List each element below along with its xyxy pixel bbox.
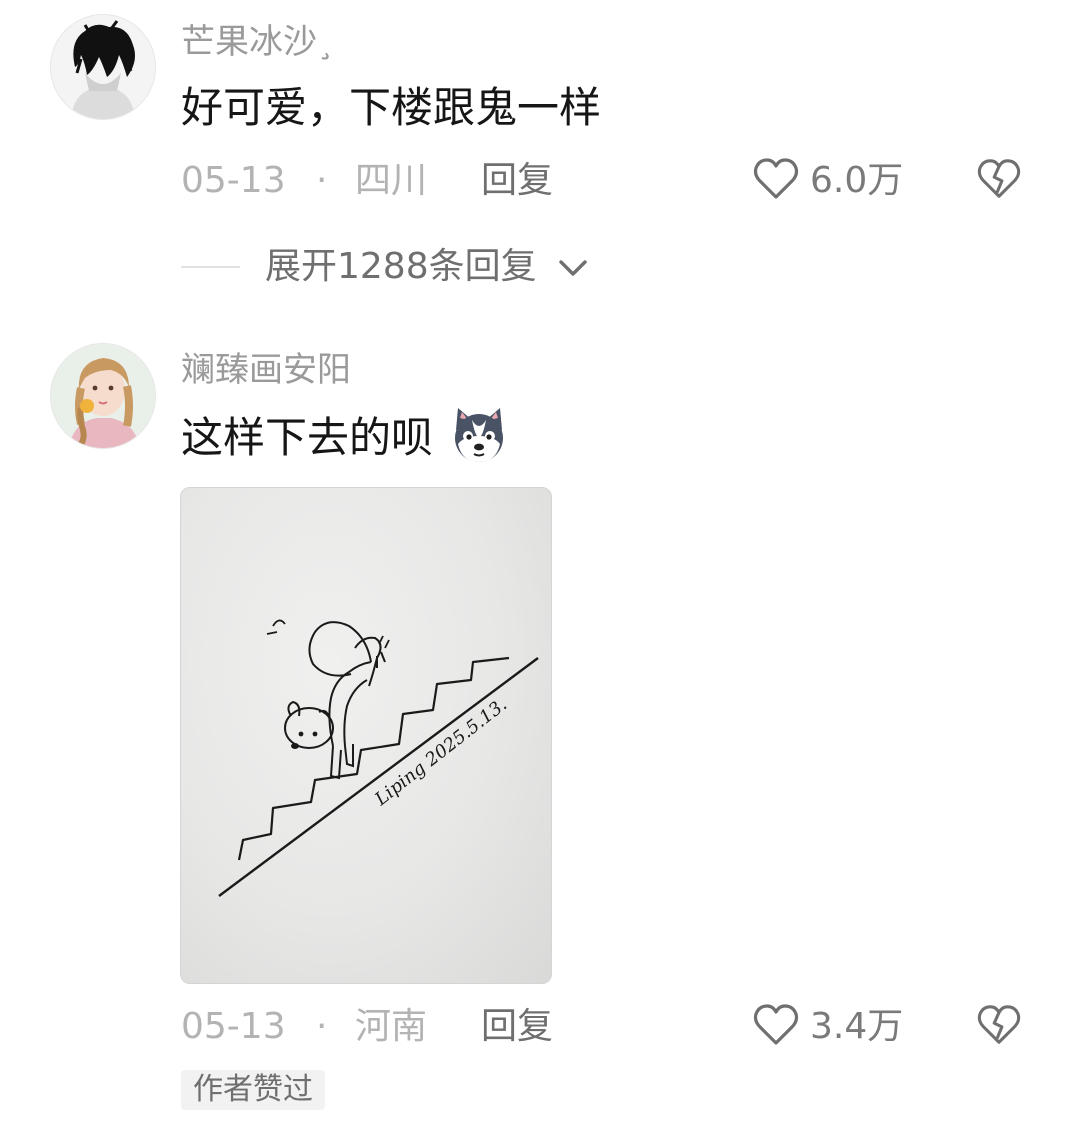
meta-separator: · (316, 1006, 328, 1047)
expand-divider (181, 266, 240, 268)
reply-button[interactable]: 回复 (481, 1005, 553, 1049)
comment-location: 河南 (355, 1006, 428, 1047)
author-liked-tag: 作者赞过 (181, 1070, 325, 1110)
heart-outline-icon (753, 158, 799, 199)
meta-separator: · (316, 160, 328, 201)
comment-image[interactable]: Liping 2025.5.13. (180, 487, 552, 984)
comment-text: 这样下去的呗 (181, 410, 433, 466)
comment-date: 05-13 (181, 1006, 286, 1047)
dislike-button[interactable] (976, 1002, 1022, 1048)
like-button[interactable] (752, 155, 800, 203)
broken-heart-icon (977, 1005, 1021, 1044)
avatar-image (51, 15, 155, 119)
expand-replies-label[interactable]: 展开1288条回复 (265, 245, 537, 289)
chevron-down-icon (557, 252, 589, 284)
avatar[interactable] (50, 14, 156, 120)
like-count: 3.4万 (810, 1006, 904, 1047)
comment-text-body: 这样下去的呗 (181, 413, 434, 462)
stairs-drawing: Liping 2025.5.13. (218, 619, 539, 897)
husky-dog-emoji-icon (450, 406, 508, 464)
like-count: 6.0万 (810, 160, 904, 201)
heart-outline-icon (753, 1004, 799, 1045)
username[interactable]: 芒果冰沙¸ (181, 20, 334, 64)
avatar[interactable] (50, 343, 156, 449)
comment-date: 05-13 (181, 160, 286, 201)
dislike-button[interactable] (976, 156, 1022, 202)
broken-heart-icon (977, 159, 1021, 198)
username[interactable]: 斓臻画安阳 (181, 348, 351, 392)
reply-button[interactable]: 回复 (481, 159, 553, 203)
comment-text: 好可爱，下楼跟鬼一样 (181, 83, 602, 132)
like-button[interactable] (752, 1001, 800, 1049)
comment-location: 四川 (355, 160, 428, 201)
avatar-image (51, 344, 155, 448)
drawing-signature: Liping 2025.5.13. (370, 694, 511, 810)
